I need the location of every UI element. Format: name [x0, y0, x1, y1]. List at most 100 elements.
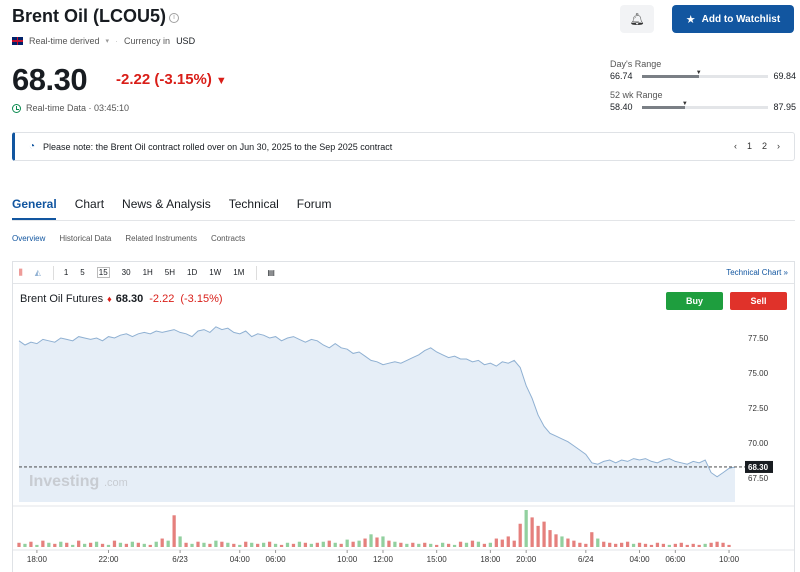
chart-change: -2.22 [149, 293, 175, 305]
volume-bar [405, 543, 409, 547]
realtime-derived-label[interactable]: Real-time derived [29, 36, 100, 46]
chart-instrument-name: Brent Oil Futures [20, 293, 104, 305]
volume-bar [554, 534, 558, 547]
volume-bar [333, 542, 337, 547]
days-range-label: Day's Range [610, 59, 662, 69]
volume-bar [506, 536, 510, 547]
x-tick-label: 04:00 [630, 555, 651, 564]
tab-general[interactable]: General [12, 197, 57, 211]
separator: · [115, 36, 119, 46]
volume-bar [47, 542, 51, 547]
volume-bar [602, 541, 606, 547]
volume-bar [488, 542, 492, 547]
volume-bar [303, 542, 308, 547]
volume-bar [315, 542, 319, 547]
chart-title: Brent Oil Futures ♦ 68.30 -2.22 (-3.15%) [20, 293, 223, 305]
chart-change-percent: (-3.15%) [180, 293, 223, 305]
volume-bar [112, 540, 117, 547]
volume-bar [685, 544, 689, 547]
notice-page-1[interactable]: 1 [747, 141, 752, 151]
subtab-historical-data[interactable]: Historical Data [59, 234, 111, 243]
volume-bar [35, 544, 39, 547]
volume-bar [590, 532, 594, 547]
change-percent: (-3.15%) [154, 71, 212, 88]
notice-page-2[interactable]: 2 [762, 141, 767, 151]
star-icon: ★ [685, 13, 696, 26]
volume-bar [464, 542, 469, 547]
days-range-bar: ▼ [642, 70, 768, 78]
volume-bar [649, 544, 654, 547]
price-alert-button[interactable]: 🔔︎ [620, 5, 654, 33]
volume-bar [285, 542, 290, 547]
y-tick-label: 77.50 [748, 334, 769, 343]
tabs-divider [12, 220, 795, 221]
volume-bar [446, 543, 451, 547]
volume-bar [417, 543, 421, 547]
52-week-range: 52 wk Range 58.40 87.95 ▼ [610, 90, 796, 112]
volume-bar [387, 540, 391, 547]
currency-value: USD [176, 36, 196, 46]
volume-bar [154, 541, 158, 547]
tab-news-analysis[interactable]: News & Analysis [122, 197, 211, 211]
x-tick-label: 6/23 [172, 555, 188, 564]
volume-bar [476, 541, 481, 547]
subtab-related-instruments[interactable]: Related Instruments [125, 234, 197, 243]
volume-bar [530, 517, 534, 547]
realtime-data-text: Real-time Data · 03:45:10 [26, 103, 130, 113]
volume-bar [542, 521, 546, 547]
volume-bar [83, 543, 87, 547]
volume-bar [357, 540, 361, 547]
volume-bar [709, 542, 713, 547]
52-week-range-bar: ▼ [642, 101, 768, 109]
sell-button[interactable]: Sell [730, 292, 787, 310]
investing-watermark-suffix: .com [104, 477, 128, 489]
volume-bar [363, 538, 367, 547]
volume-bar [560, 536, 564, 547]
buy-button[interactable]: Buy [666, 292, 723, 310]
chevron-right-icon[interactable]: › [777, 141, 780, 151]
volume-bar [53, 543, 57, 547]
volume-bar [435, 544, 439, 547]
down-arrow-icon: ▼ [215, 75, 227, 87]
volume-bar [339, 543, 343, 547]
last-price: 68.30 [12, 62, 88, 97]
volume-bar [429, 543, 433, 547]
volume-bar [482, 543, 487, 547]
volume-bar [596, 538, 600, 547]
x-tick-label: 15:00 [427, 555, 448, 564]
volume-bar [88, 542, 93, 547]
volume-bar [381, 536, 385, 547]
info-icon[interactable]: i [169, 13, 180, 23]
volume-bar [196, 541, 200, 547]
x-tick-label: 06:00 [266, 555, 287, 564]
x-tick-label: 12:00 [373, 555, 394, 564]
realtime-data-row: Real-time Data · 03:45:10 [12, 103, 129, 113]
tab-technical[interactable]: Technical [229, 197, 279, 211]
x-tick-label: 18:00 [480, 555, 501, 564]
volume-bar [691, 543, 695, 547]
title-text: Brent Oil (LCOU5) [12, 6, 167, 26]
uk-flag-icon [12, 37, 23, 45]
volume-bar [190, 543, 194, 547]
volume-bar [136, 542, 140, 547]
subtab-contracts[interactable]: Contracts [211, 234, 245, 243]
chevron-down-icon[interactable]: ▾ [106, 37, 110, 45]
volume-bar [166, 540, 170, 547]
volume-bar [703, 543, 707, 547]
volume-bar [500, 539, 504, 547]
volume-bar [673, 543, 677, 547]
volume-bar [208, 543, 212, 547]
change-value: -2.22 [116, 71, 151, 88]
add-to-watchlist-button[interactable]: ★ Add to Watchlist [672, 5, 794, 33]
volume-bar [184, 542, 188, 547]
subtab-overview[interactable]: Overview [12, 234, 45, 243]
52-week-range-low: 58.40 [610, 102, 633, 112]
volume-bar [59, 541, 63, 547]
52-week-range-fill [642, 106, 685, 109]
volume-bar [118, 542, 123, 547]
chevron-left-icon[interactable]: ‹ [734, 141, 737, 151]
volume-bar [214, 540, 218, 547]
tab-forum[interactable]: Forum [297, 197, 332, 211]
volume-bar [548, 530, 552, 547]
tab-chart[interactable]: Chart [75, 197, 104, 211]
